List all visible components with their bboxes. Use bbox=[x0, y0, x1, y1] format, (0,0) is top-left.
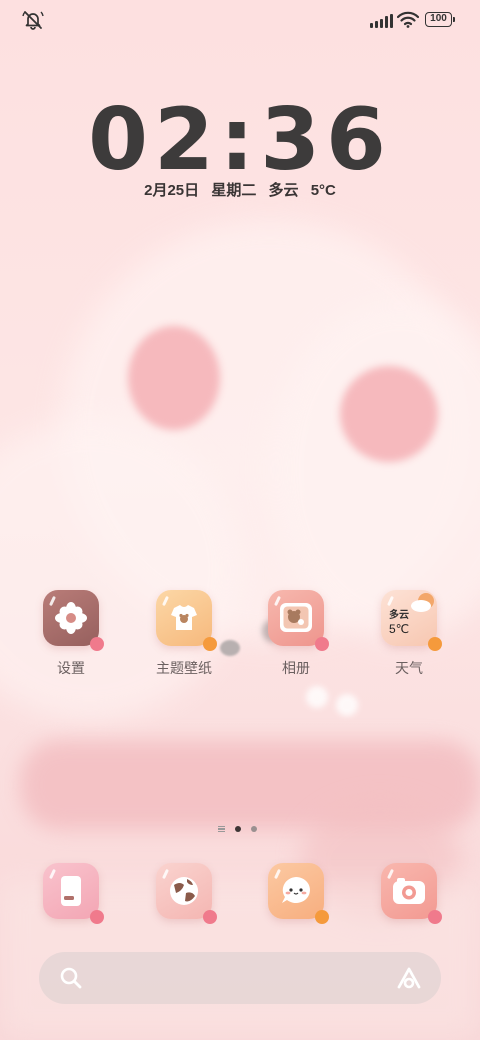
weather-text: 多云 bbox=[268, 182, 299, 199]
temperature-text: 5°C bbox=[310, 182, 336, 199]
signal-bars-icon bbox=[370, 12, 393, 28]
orange-badge-icon bbox=[203, 637, 217, 651]
gallery-photo-icon bbox=[268, 590, 329, 651]
bell-muted-icon bbox=[22, 11, 44, 30]
app-drawer-lines-icon[interactable] bbox=[218, 826, 225, 832]
messages-bubble-icon bbox=[268, 863, 329, 924]
page-dot[interactable] bbox=[251, 826, 257, 832]
strawberry-badge-icon bbox=[90, 637, 104, 651]
clock-time[interactable]: 02:36 bbox=[0, 92, 480, 188]
dock-app-browser[interactable] bbox=[129, 863, 239, 924]
app-label: 设置 bbox=[57, 660, 85, 676]
notes-icon bbox=[43, 863, 104, 924]
search-icon[interactable] bbox=[59, 966, 83, 990]
strawberry-badge-icon bbox=[315, 637, 329, 651]
app-gallery[interactable]: 相册 bbox=[241, 590, 351, 678]
strawberry-badge-icon bbox=[203, 910, 217, 924]
weather-widget-text: 多云 bbox=[389, 610, 409, 621]
orange-badge-icon bbox=[315, 910, 329, 924]
dock-app-camera[interactable] bbox=[354, 863, 464, 924]
battery-indicator: 100 bbox=[425, 12, 455, 27]
app-theme[interactable]: 主题壁纸 bbox=[129, 590, 239, 678]
weather-widget-icon: 多云 5℃ bbox=[381, 590, 442, 651]
app-label: 主题壁纸 bbox=[156, 660, 212, 676]
assistant-a-icon[interactable] bbox=[395, 965, 423, 991]
date-text: 2月25日 bbox=[144, 182, 200, 199]
weekday-text: 星期二 bbox=[211, 182, 257, 199]
orange-badge-icon bbox=[428, 637, 442, 651]
dock-app-notes[interactable] bbox=[16, 863, 126, 924]
settings-gear-icon bbox=[43, 590, 104, 651]
status-bar: 100 bbox=[0, 0, 480, 40]
camera-icon bbox=[381, 863, 442, 924]
dock-app-messages[interactable] bbox=[241, 863, 351, 924]
app-weather[interactable]: 多云 5℃ 天气 bbox=[354, 590, 464, 678]
wifi-icon bbox=[397, 11, 419, 28]
app-label: 相册 bbox=[282, 660, 310, 676]
weather-widget-temp: 5℃ bbox=[389, 622, 410, 636]
strawberry-badge-icon bbox=[90, 910, 104, 924]
theme-shirt-icon bbox=[156, 590, 217, 651]
search-bar[interactable] bbox=[39, 952, 441, 1004]
date-weather-line[interactable]: 2月25日 星期二 多云 5°C bbox=[0, 179, 480, 200]
app-settings[interactable]: 设置 bbox=[16, 590, 126, 678]
browser-globe-icon bbox=[156, 863, 217, 924]
app-label: 天气 bbox=[395, 660, 423, 676]
page-dot-active[interactable] bbox=[235, 826, 241, 832]
strawberry-badge-icon bbox=[428, 910, 442, 924]
page-indicator[interactable] bbox=[218, 826, 257, 832]
